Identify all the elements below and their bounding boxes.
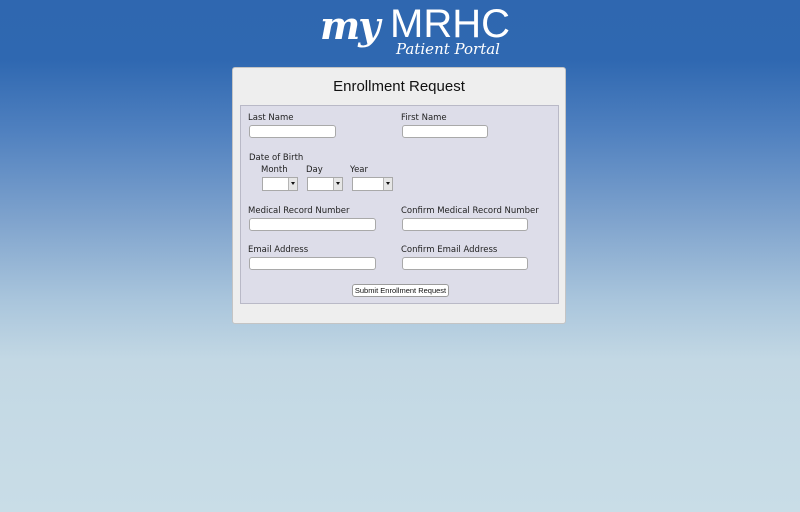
submit-enrollment-button[interactable]: Submit Enrollment Request — [352, 284, 449, 297]
logo-subtitle-text: Patient Portal — [396, 40, 500, 58]
chevron-down-icon[interactable] — [383, 178, 392, 190]
logo-name-text: MRHC — [390, 2, 510, 46]
enrollment-form: Last Name First Name Date of Birth Month… — [240, 105, 559, 304]
confirm-email-input[interactable] — [402, 257, 528, 270]
mrn-input[interactable] — [249, 218, 376, 231]
email-input[interactable] — [249, 257, 376, 270]
confirm-mrn-input[interactable] — [402, 218, 528, 231]
chevron-down-icon[interactable] — [288, 178, 297, 190]
confirm-mrn-label: Confirm Medical Record Number — [401, 206, 539, 216]
page-title: Enrollment Request — [333, 78, 465, 95]
dob-month-select[interactable] — [262, 177, 298, 191]
confirm-email-label: Confirm Email Address — [401, 245, 498, 255]
dob-year-select[interactable] — [352, 177, 393, 191]
first-name-label: First Name — [401, 113, 447, 123]
chevron-down-icon[interactable] — [333, 178, 342, 190]
dob-year-label: Year — [350, 165, 368, 175]
dob-month-label: Month — [261, 165, 288, 175]
mymrhc-logo: my MRHC Patient Portal — [318, 3, 510, 60]
logo-my-text: my — [320, 3, 380, 48]
enrollment-panel: Enrollment Request Last Name First Name … — [232, 67, 566, 324]
dob-day-select[interactable] — [307, 177, 343, 191]
email-label: Email Address — [248, 245, 309, 255]
dob-day-label: Day — [306, 165, 323, 175]
last-name-label: Last Name — [248, 113, 294, 123]
first-name-input[interactable] — [402, 125, 488, 138]
mrn-label: Medical Record Number — [248, 206, 350, 216]
last-name-input[interactable] — [249, 125, 336, 138]
date-of-birth-label: Date of Birth — [249, 153, 304, 163]
